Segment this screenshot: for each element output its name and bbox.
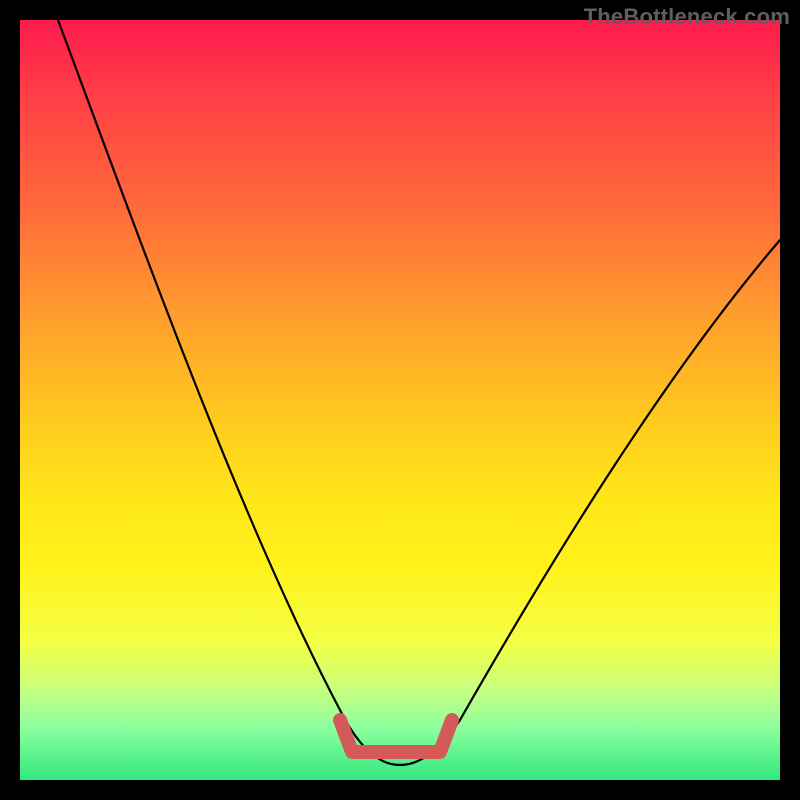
watermark-text: TheBottleneck.com bbox=[584, 4, 790, 30]
chart-frame: TheBottleneck.com bbox=[0, 0, 800, 800]
plot-area bbox=[20, 20, 780, 780]
optimal-flat-zone bbox=[340, 720, 452, 752]
bottleneck-curve bbox=[58, 20, 780, 765]
curve-layer bbox=[20, 20, 780, 780]
